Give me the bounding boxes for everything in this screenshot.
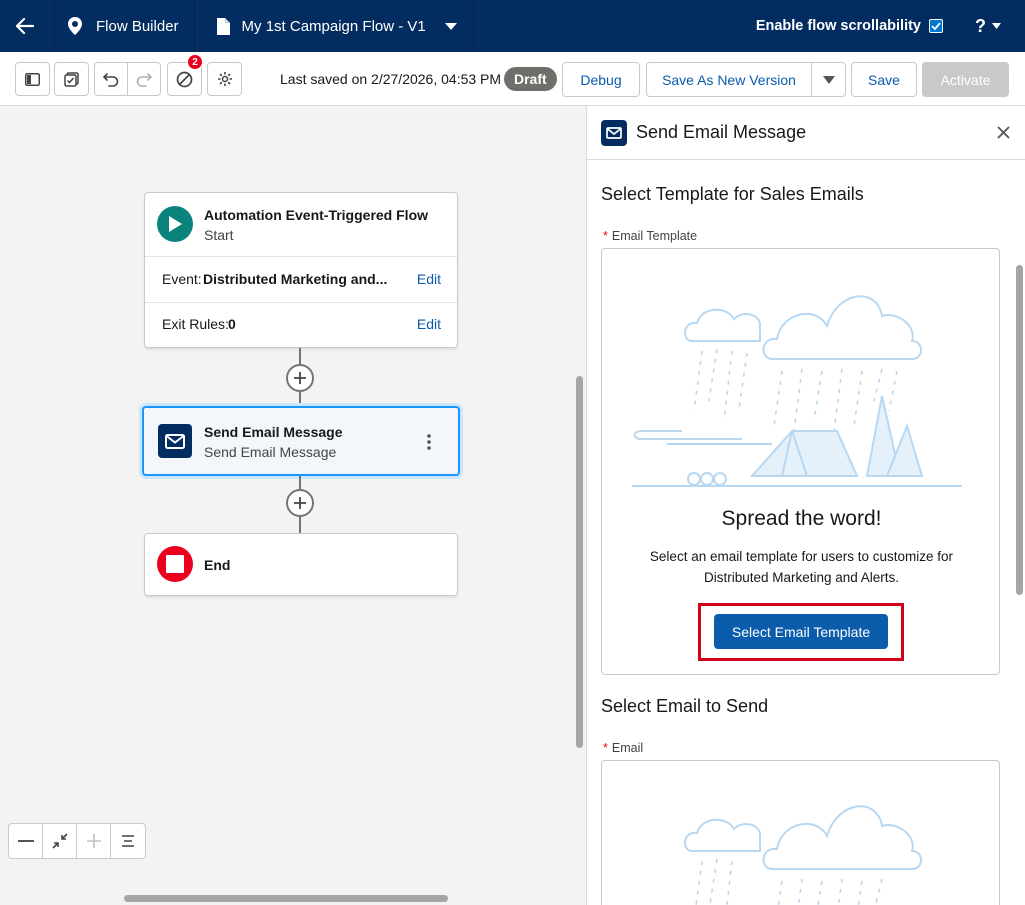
connector-line <box>299 476 301 490</box>
rainy-camp-illustration-icon <box>684 805 922 905</box>
panel-title: Send Email Message <box>636 122 807 142</box>
panel-scrollbar[interactable] <box>1013 160 1025 905</box>
end-node[interactable]: End <box>144 533 458 596</box>
activate-button[interactable]: Activate <box>922 62 1009 97</box>
zoom-in-button[interactable] <box>77 824 111 858</box>
minus-icon <box>17 840 34 842</box>
rainy-camp-illustration-icon <box>632 295 962 487</box>
plus-icon <box>294 497 306 509</box>
back-button[interactable] <box>0 0 50 52</box>
status-badge: Draft <box>504 67 557 91</box>
chevron-down-icon <box>822 75 835 84</box>
scrollability-label: Enable flow scrollability <box>755 18 921 34</box>
redo-button[interactable] <box>127 62 161 96</box>
save-options-dropdown[interactable] <box>811 62 846 97</box>
email-label: * Email <box>603 741 644 755</box>
properties-panel: Send Email Message Select Template for S… <box>586 106 1025 905</box>
connector-line <box>299 392 301 406</box>
edit-event-link[interactable]: Edit <box>417 271 441 287</box>
debug-button[interactable]: Debug <box>562 62 640 97</box>
email-picker <box>601 760 1000 905</box>
canvas-vertical-scrollbar[interactable] <box>572 106 586 892</box>
settings-button[interactable] <box>207 62 242 96</box>
flow-canvas[interactable]: Automation Event-Triggered Flow Start Ev… <box>0 106 586 905</box>
save-as-new-version-button[interactable]: Save As New Version <box>646 62 812 97</box>
envelope-icon <box>158 424 192 458</box>
panel-header: Send Email Message <box>587 106 1025 160</box>
end-node-title: End <box>204 557 231 573</box>
edit-exit-rules-link[interactable]: Edit <box>417 316 441 332</box>
flow-toolbar: 2 Last saved on 2/27/2026, 04:53 PM Draf… <box>0 52 1025 106</box>
play-icon <box>157 206 193 242</box>
close-icon <box>997 126 1010 139</box>
zoom-out-button[interactable] <box>9 824 43 858</box>
event-value: Distributed Marketing and... <box>203 271 388 287</box>
envelope-icon <box>601 120 627 146</box>
canvas-horizontal-scrollbar[interactable] <box>0 892 586 905</box>
event-label: Event: <box>162 271 202 287</box>
email-node-title: Send Email Message <box>204 424 343 440</box>
redo-icon <box>136 72 152 87</box>
last-saved-text: Last saved on 2/27/2026, 04:53 PM <box>280 71 502 87</box>
errors-button[interactable]: 2 <box>167 54 203 96</box>
toggle-toolbox-button[interactable] <box>15 62 50 96</box>
stop-icon <box>157 546 193 582</box>
top-navigation-bar: Flow Builder My 1st Campaign Flow - V1 E… <box>0 0 1025 52</box>
email-node-subtitle: Send Email Message <box>204 444 337 460</box>
checkbox-checked-icon[interactable] <box>929 19 943 33</box>
help-icon: ? <box>975 15 986 36</box>
start-node[interactable]: Automation Event-Triggered Flow Start Ev… <box>144 192 458 348</box>
empty-state-heading: Spread the word! <box>721 507 882 530</box>
exit-rules-row: Exit Rules: 0 Edit <box>145 302 457 348</box>
fit-view-button[interactable] <box>43 824 77 858</box>
exit-rules-value: 0 <box>228 316 236 332</box>
document-icon <box>216 17 230 35</box>
select-email-template-button[interactable]: Select Email Template <box>714 614 888 649</box>
undo-button[interactable] <box>94 62 128 96</box>
event-row: Event: Distributed Marketing and... Edit <box>145 256 457 302</box>
clipboard-check-icon <box>64 71 79 87</box>
flow-name: My 1st Campaign Flow - V1 <box>241 17 426 35</box>
connector-line <box>299 517 301 533</box>
flow-name-menu[interactable]: My 1st Campaign Flow - V1 <box>198 0 479 52</box>
arrow-left-icon <box>15 18 34 34</box>
exit-rules-label: Exit Rules: <box>162 316 229 332</box>
add-element-button[interactable] <box>286 489 314 517</box>
email-template-picker: Spread the word! Select an email templat… <box>601 248 1000 675</box>
email-section-title: Select Email to Send <box>601 696 769 716</box>
align-center-icon <box>122 835 134 847</box>
plus-icon <box>86 834 101 848</box>
gear-icon <box>217 72 232 86</box>
app-name: Flow Builder <box>96 17 179 35</box>
location-pin-icon <box>68 17 82 35</box>
email-template-label: * Email Template <box>603 229 698 243</box>
ban-icon <box>176 71 193 87</box>
start-node-title: Automation Event-Triggered Flow <box>204 207 429 223</box>
start-node-subtitle: Start <box>204 227 234 243</box>
chevron-down-icon <box>992 23 1001 29</box>
zoom-controls <box>8 823 146 859</box>
more-vertical-icon <box>427 434 431 450</box>
send-email-node[interactable]: Send Email Message Send Email Message <box>142 406 460 476</box>
kebab-menu-button[interactable] <box>425 432 433 452</box>
scrollability-toggle[interactable]: Enable flow scrollability <box>756 18 969 34</box>
chevron-down-icon <box>444 22 457 30</box>
auto-layout-button[interactable] <box>111 824 145 858</box>
panel-toggle-icon <box>25 72 40 86</box>
help-menu-button[interactable]: ? <box>969 16 1025 37</box>
error-count-badge: 2 <box>187 54 203 70</box>
plus-icon <box>294 372 306 384</box>
app-switcher[interactable]: Flow Builder <box>50 0 198 52</box>
save-button[interactable]: Save <box>851 62 917 97</box>
add-element-button[interactable] <box>286 364 314 392</box>
undo-icon <box>103 72 119 87</box>
contract-icon <box>51 833 68 849</box>
close-panel-button[interactable] <box>997 122 1010 145</box>
empty-state-description: Select an email template for users to cu… <box>649 549 954 585</box>
template-section-title: Select Template for Sales Emails <box>601 184 864 204</box>
flow-resources-button[interactable] <box>54 62 89 96</box>
